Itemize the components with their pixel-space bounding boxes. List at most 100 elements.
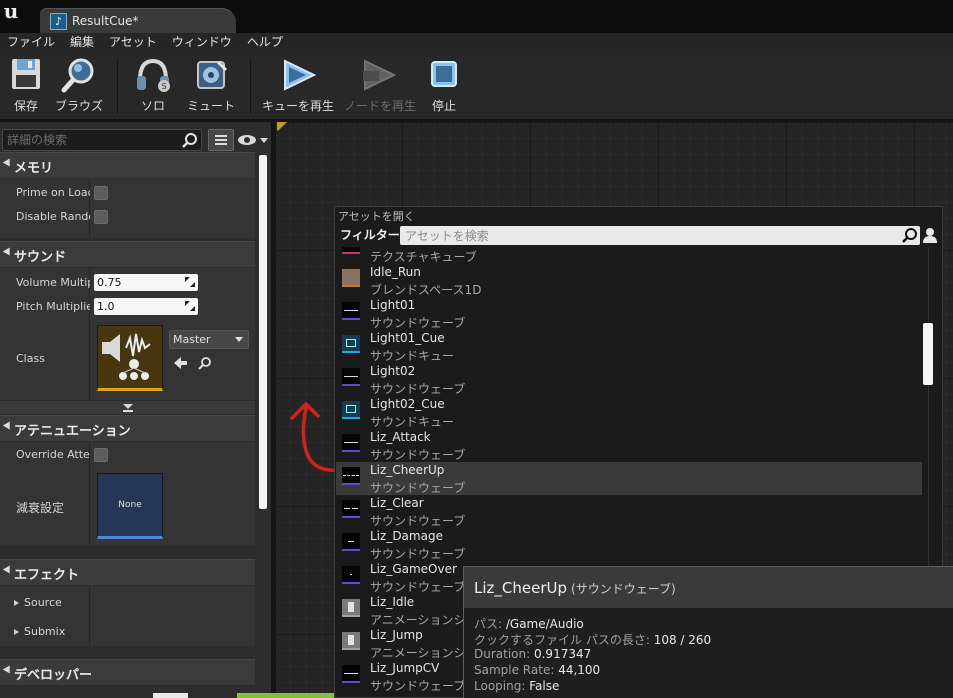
drag-arrows-icon — [185, 277, 195, 287]
play-node-label: ノードを再生 — [344, 99, 417, 113]
save-button[interactable]: 保存 — [4, 56, 48, 116]
list-item[interactable]: Light01_Cue サウンドキュー — [336, 330, 922, 363]
prime-on-load-checkbox[interactable] — [94, 186, 108, 200]
toolbar-separator — [250, 58, 251, 114]
person-icon[interactable] — [922, 227, 938, 244]
stop-icon — [431, 61, 457, 87]
sound-props: Volume Multiplier Pitch Multiplier Class — [0, 268, 255, 400]
list-item[interactable]: Light01 サウンドウェーブ — [336, 297, 922, 330]
tooltip-cook-path-row: クックするファイル パスの長さ: 108 / 260 — [474, 633, 712, 647]
list-icon — [215, 135, 227, 145]
category-label: デベロッパー — [14, 668, 93, 683]
sound-class-thumbnail[interactable] — [97, 325, 163, 391]
collapse-icon — [2, 565, 14, 576]
pitch-multiplier-input[interactable] — [94, 298, 180, 315]
menu-help[interactable]: ヘルプ — [240, 33, 291, 52]
tooltip-asset-type: (サウンドウェーブ) — [571, 582, 676, 596]
picker-scrollbar[interactable] — [923, 323, 933, 385]
category-sound[interactable]: サウンド — [0, 241, 255, 267]
save-label: 保存 — [13, 99, 38, 113]
asset-tooltip: Liz_CheerUp (サウンドウェーブ) パス: /Game/Audio クッ… — [463, 566, 953, 698]
collapse-icon — [2, 158, 14, 169]
details-corner-marker — [277, 122, 286, 131]
tooltip-sample-rate-row: Sample Rate: 44,100 — [474, 663, 601, 677]
stop-label: 停止 — [431, 99, 456, 113]
list-item[interactable]: テクスチャキューブ — [336, 247, 922, 264]
sound-wave-thumb-icon — [342, 665, 360, 683]
expand-source-icon[interactable] — [14, 600, 19, 606]
details-scrollbar[interactable] — [259, 155, 267, 509]
play-node-button[interactable]: ノードを再生 — [344, 56, 417, 116]
mute-label: ミュート — [186, 99, 235, 113]
unreal-logo-icon[interactable]: u — [0, 0, 22, 24]
class-dropdown[interactable]: Master — [169, 330, 249, 349]
sound-wave-thumb-icon — [342, 533, 360, 551]
category-memory[interactable]: メモリ — [0, 152, 255, 178]
solo-button[interactable]: S ソロ — [130, 56, 176, 116]
svg-text:S: S — [161, 82, 166, 91]
sound-cue-thumb-icon — [342, 401, 360, 419]
blendspace-thumb-icon — [342, 269, 360, 287]
collapse-icon — [2, 421, 14, 432]
disable-random-checkbox[interactable] — [94, 210, 108, 224]
save-icon — [12, 59, 40, 89]
attenuation-thumbnail[interactable]: None — [97, 473, 163, 539]
menu-file[interactable]: ファイル — [0, 33, 63, 52]
list-item[interactable]: Idle_Run ブレンドスペース1D — [336, 264, 922, 297]
sound-wave-thumb-icon — [342, 467, 360, 485]
toolbar-separator — [117, 58, 118, 114]
list-item[interactable]: Light02 サウンドウェーブ — [336, 363, 922, 396]
menu-asset[interactable]: アセット — [102, 33, 165, 52]
view-options-button[interactable] — [237, 131, 269, 149]
eye-icon — [238, 135, 268, 145]
override-attenuation-checkbox[interactable] — [94, 448, 108, 462]
menu-window[interactable]: ウィンドウ — [165, 33, 240, 52]
filter-label: フィルター — [340, 228, 400, 242]
category-label: サウンド — [14, 250, 67, 265]
pitch-multiplier-field[interactable] — [94, 298, 198, 315]
browse-magnifier-icon[interactable] — [198, 356, 212, 370]
expand-submix-icon[interactable] — [14, 629, 19, 635]
override-attenuation-label: Override Attenuation — [16, 448, 90, 461]
menu-edit[interactable]: 編集 — [63, 33, 102, 52]
tooltip-asset-name: Liz_CheerUp (サウンドウェーブ) — [474, 579, 676, 597]
category-developer[interactable]: デベロッパー — [0, 659, 255, 685]
category-label: アテニュエーション — [14, 424, 131, 439]
play-cue-button[interactable]: キューを再生 — [262, 56, 334, 116]
list-item[interactable]: Light02_Cue サウンドキュー — [336, 396, 922, 429]
bottom-progress-indicator — [237, 693, 334, 698]
expand-advanced-icon — [123, 404, 133, 412]
category-label: エフェクト — [14, 568, 80, 583]
list-item[interactable]: Liz_Attack サウンドウェーブ — [336, 429, 922, 462]
mute-button[interactable]: ミュート — [186, 56, 236, 116]
magnifier-icon — [61, 58, 94, 93]
chevron-down-icon — [235, 337, 243, 342]
search-icon[interactable] — [902, 227, 918, 243]
list-item[interactable]: Liz_Clear サウンドウェーブ — [336, 495, 922, 528]
asset-tab[interactable]: ♪ ResultCue* — [40, 8, 236, 33]
tab-title: ResultCue* — [72, 14, 139, 28]
collapse-icon — [2, 665, 14, 676]
category-attenuation[interactable]: アテニュエーション — [0, 415, 255, 441]
use-selected-arrow-icon[interactable] — [174, 356, 188, 370]
bottom-indicator — [153, 693, 188, 698]
list-item[interactable]: Liz_Damage サウンドウェーブ — [336, 528, 922, 561]
list-item-selected[interactable]: Liz_CheerUp サウンドウェーブ — [336, 462, 922, 495]
details-search-input[interactable] — [3, 130, 181, 150]
headphones-icon: S — [137, 58, 170, 92]
volume-multiplier-input[interactable] — [94, 274, 180, 291]
category-effects[interactable]: エフェクト — [0, 559, 255, 585]
memory-props: Prime on Load Disable Random — [0, 179, 255, 238]
search-icon[interactable] — [182, 132, 198, 148]
sound-wave-thumb-icon — [342, 500, 360, 518]
advanced-expander[interactable] — [0, 401, 255, 414]
sound-wave-thumb-icon — [342, 434, 360, 452]
sound-cue-icon: ♪ — [50, 13, 67, 30]
class-value: Master — [173, 333, 211, 346]
volume-multiplier-field[interactable] — [94, 274, 198, 291]
stop-button[interactable]: 停止 — [423, 56, 465, 116]
browse-button[interactable]: ブラウズ — [54, 56, 104, 116]
asset-search-input[interactable] — [400, 226, 900, 245]
sound-class-icon — [102, 333, 151, 380]
property-matrix-button[interactable] — [208, 129, 234, 151]
